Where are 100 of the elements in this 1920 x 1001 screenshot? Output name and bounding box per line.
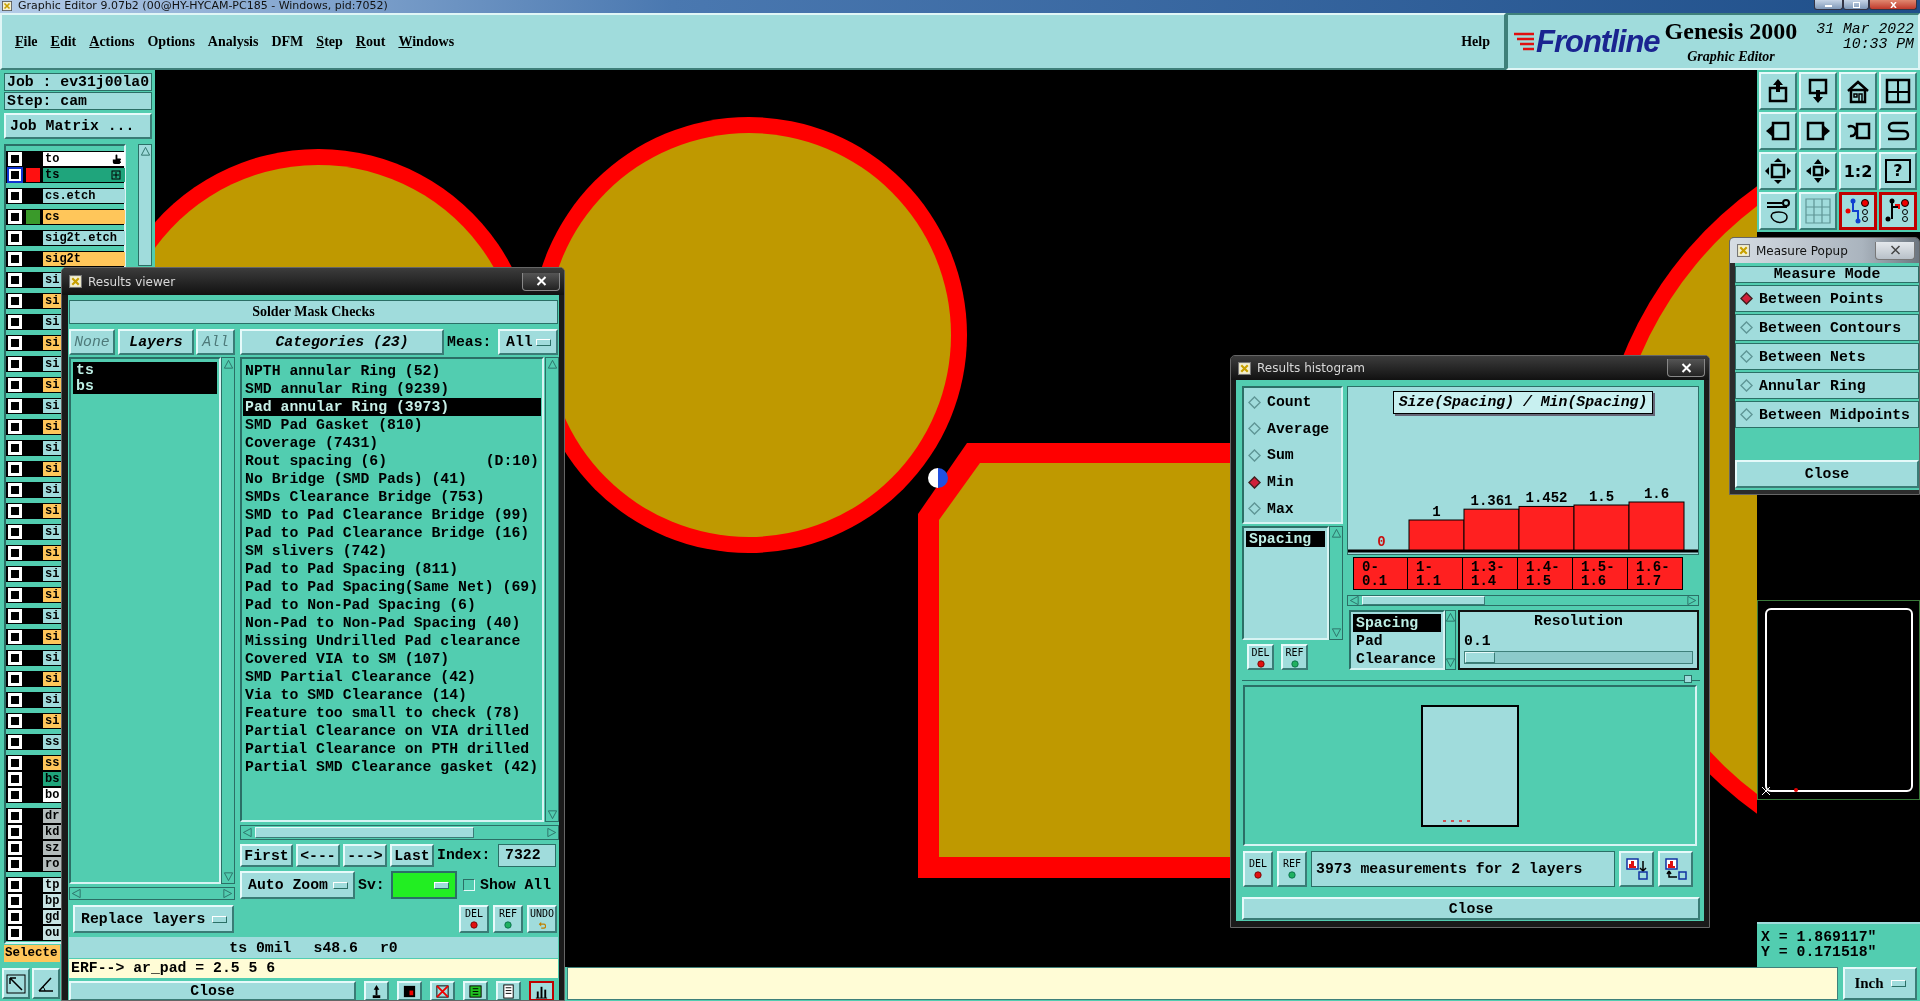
- list-item[interactable]: Clearance: [1353, 650, 1441, 668]
- close-button[interactable]: [1667, 359, 1705, 377]
- display-toggle[interactable]: [8, 525, 22, 539]
- radio-option[interactable]: Count: [1248, 389, 1341, 416]
- display-toggle[interactable]: [8, 420, 22, 434]
- layer-row[interactable]: si: [6, 440, 61, 456]
- layer-label[interactable]: si: [43, 441, 63, 455]
- display-toggle[interactable]: [8, 210, 22, 224]
- display-toggle[interactable]: [8, 926, 22, 940]
- display-toggle[interactable]: [8, 672, 22, 686]
- menu-item[interactable]: Edit: [50, 31, 77, 52]
- list-item[interactable]: Pad: [1353, 632, 1441, 650]
- replace-mode-dropdown[interactable]: Replace layers: [73, 905, 234, 933]
- scrollbar-thumb[interactable]: [255, 827, 474, 838]
- layer-row[interactable]: dr: [6, 808, 61, 824]
- layer-label[interactable]: si: [43, 588, 63, 602]
- layer-label[interactable]: ss: [43, 756, 63, 770]
- display-toggle[interactable]: [8, 878, 22, 892]
- toolbar-button[interactable]: ?: [1879, 152, 1917, 190]
- layer-label[interactable]: si: [43, 483, 63, 497]
- menu-item[interactable]: Options: [147, 31, 195, 52]
- list-item[interactable]: SMD to Pad Clearance Bridge (99): [243, 506, 541, 524]
- display-toggle[interactable]: [8, 825, 22, 839]
- layer-row[interactable]: cs.etch: [6, 188, 124, 204]
- scroll-up-icon[interactable]: [1445, 612, 1456, 623]
- layer-label[interactable]: si: [43, 315, 63, 329]
- navigation-button[interactable]: <---: [296, 844, 340, 867]
- slider-thumb[interactable]: [1465, 652, 1495, 663]
- edit-button[interactable]: REF: [1277, 851, 1307, 887]
- layer-label[interactable]: bs: [43, 772, 63, 786]
- zoom-mode-dropdown[interactable]: Auto Zoom: [240, 871, 355, 899]
- list-item[interactable]: SMDs Clearance Bridge (753): [243, 488, 541, 506]
- display-toggle[interactable]: [8, 189, 22, 203]
- close-button[interactable]: [1875, 241, 1915, 260]
- layer-row[interactable]: si: [6, 335, 61, 351]
- display-toggle[interactable]: [8, 483, 22, 497]
- layer-row[interactable]: si: [6, 524, 61, 540]
- display-toggle[interactable]: [8, 336, 22, 350]
- menu-item[interactable]: DFM: [271, 31, 304, 52]
- layer-row[interactable]: si: [6, 650, 61, 666]
- layer-label[interactable]: si: [43, 462, 63, 476]
- layer-row[interactable]: gd: [6, 909, 61, 925]
- list-item[interactable]: Spacing: [1353, 614, 1441, 632]
- display-toggle[interactable]: [8, 630, 22, 644]
- layer-row[interactable]: sig2t.etch: [6, 230, 124, 246]
- layer-label[interactable]: si: [43, 567, 63, 581]
- radio-option[interactable]: Sum: [1248, 442, 1341, 469]
- layer-label[interactable]: si: [43, 672, 63, 686]
- menu-item[interactable]: Rout: [355, 31, 386, 52]
- layer-label[interactable]: sig2t.etch: [43, 231, 125, 245]
- toolbar-button[interactable]: [529, 981, 554, 1000]
- scrollbar[interactable]: [138, 144, 152, 266]
- list-item[interactable]: Pad to Pad Spacing(Same Net) (69): [243, 578, 541, 596]
- list-item[interactable]: Pad annular Ring (3973): [243, 398, 541, 416]
- layer-row[interactable]: ro: [6, 856, 61, 872]
- radio-option[interactable]: Between Nets: [1735, 343, 1919, 370]
- layer-row[interactable]: si: [6, 566, 61, 582]
- layer-row[interactable]: si: [6, 671, 61, 687]
- display-toggle[interactable]: [8, 894, 22, 908]
- layer-label[interactable]: bp: [43, 894, 63, 908]
- layer-label[interactable]: si: [43, 294, 63, 308]
- list-item[interactable]: SMD Partial Clearance (42): [243, 668, 541, 686]
- display-toggle[interactable]: [8, 252, 22, 266]
- job-matrix-button[interactable]: Job Matrix ...: [4, 113, 152, 139]
- menu-item[interactable]: File: [15, 31, 38, 52]
- toolbar-button[interactable]: 1:2: [1839, 152, 1877, 190]
- display-toggle[interactable]: [8, 152, 22, 166]
- display-toggle[interactable]: [8, 809, 22, 823]
- layer-label[interactable]: ts: [43, 168, 125, 182]
- edit-button[interactable]: UNDO: [527, 905, 557, 933]
- layer-label[interactable]: si: [43, 714, 63, 728]
- radio-option[interactable]: Annular Ring: [1735, 372, 1919, 399]
- layer-row[interactable]: si: [6, 293, 61, 309]
- scroll-down-icon[interactable]: [1445, 657, 1456, 668]
- display-toggle[interactable]: [8, 441, 22, 455]
- layer-row[interactable]: si: [6, 503, 61, 519]
- slider-track[interactable]: [1464, 651, 1693, 664]
- list-item[interactable]: Pad to Pad Spacing (811): [243, 560, 541, 578]
- layer-label[interactable]: si: [43, 504, 63, 518]
- scrollbar[interactable]: [240, 825, 559, 840]
- layer-row[interactable]: si: [6, 377, 61, 393]
- layer-label[interactable]: si: [43, 693, 63, 707]
- layer-label[interactable]: si: [43, 609, 63, 623]
- edit-button[interactable]: DEL: [1247, 644, 1274, 670]
- minimize-button[interactable]: [1814, 0, 1843, 10]
- list-item[interactable]: Missing Undrilled Pad clearance: [243, 632, 541, 650]
- layer-row[interactable]: ss: [6, 734, 61, 750]
- list-item[interactable]: No Bridge (SMD Pads) (41): [243, 470, 541, 488]
- scroll-left-icon[interactable]: [1349, 595, 1360, 606]
- menu-item[interactable]: Help: [1461, 31, 1490, 52]
- layer-row[interactable]: ss: [6, 755, 61, 771]
- layer-label[interactable]: ss: [43, 735, 63, 749]
- layer-row[interactable]: sig2t: [6, 251, 124, 267]
- scroll-up-icon[interactable]: [139, 146, 151, 157]
- edit-button[interactable]: DEL: [459, 905, 489, 933]
- radio-option[interactable]: Min: [1248, 468, 1341, 496]
- display-toggle[interactable]: [8, 399, 22, 413]
- display-toggle[interactable]: [8, 357, 22, 371]
- display-toggle[interactable]: [8, 788, 22, 802]
- layer-row[interactable]: si: [6, 314, 61, 330]
